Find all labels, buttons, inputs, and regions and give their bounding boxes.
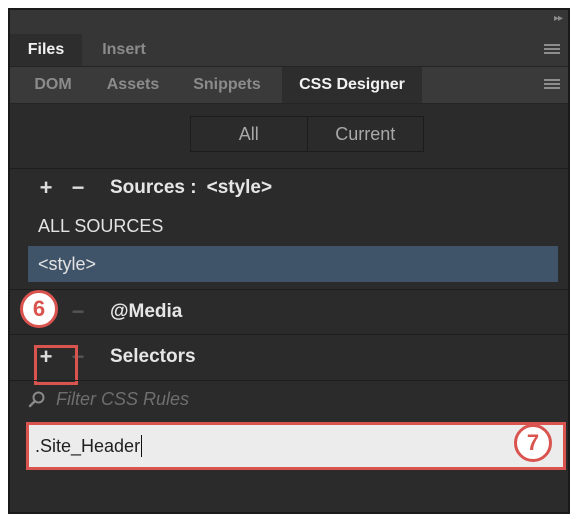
search-icon xyxy=(28,391,45,408)
current-button[interactable]: Current xyxy=(306,117,423,151)
selector-input-value: .Site_Header xyxy=(35,435,141,456)
divider xyxy=(10,289,568,290)
text-caret xyxy=(141,435,143,457)
selectors-title: Selectors xyxy=(110,346,196,367)
sources-current: <style> xyxy=(206,177,273,198)
all-button[interactable]: All xyxy=(191,117,307,151)
add-selector-highlight xyxy=(34,345,78,385)
tab-files[interactable]: Files xyxy=(10,34,82,66)
remove-source-button[interactable]: − xyxy=(68,177,88,199)
collapse-arrows-icon[interactable]: ▸▸ xyxy=(554,13,563,24)
callout-step-7: 7 xyxy=(514,424,552,462)
callout-step-6: 6 xyxy=(20,290,58,328)
remove-media-button[interactable]: − xyxy=(68,301,88,323)
media-title: @Media xyxy=(110,301,183,322)
selectors-header: + − Selectors xyxy=(10,337,568,377)
source-item-style[interactable]: <style> xyxy=(28,246,558,282)
tab-snippets[interactable]: Snippets xyxy=(176,67,278,103)
panel-title-strip: ▸▸ xyxy=(10,10,568,34)
callout-number: 7 xyxy=(526,430,540,455)
tab-insert[interactable]: Insert xyxy=(86,34,162,66)
callout-number: 6 xyxy=(32,296,46,321)
media-header: + − @Media xyxy=(10,292,568,332)
source-item-all[interactable]: ALL SOURCES xyxy=(28,208,558,244)
source-item-label: ALL SOURCES xyxy=(38,215,164,236)
view-mode-toggle: All Current xyxy=(190,116,424,152)
sources-header: + − Sources : <style> xyxy=(10,168,568,208)
filter-placeholder: Filter CSS Rules xyxy=(56,388,190,409)
divider xyxy=(10,380,568,381)
sources-title: Sources : xyxy=(110,177,197,198)
tab-css-designer[interactable]: CSS Designer xyxy=(282,67,422,103)
css-panel-tabs: DOM Assets Snippets CSS Designer xyxy=(10,67,568,104)
tab-dom[interactable]: DOM xyxy=(20,67,86,103)
panel-menu-icon[interactable] xyxy=(544,44,560,56)
selector-name-input[interactable]: .Site_Header xyxy=(26,422,566,470)
css-designer-panel: ▸▸ Files Insert DOM Assets Snippets CSS … xyxy=(8,8,570,514)
filter-css-rules[interactable]: Filter CSS Rules xyxy=(28,386,558,412)
add-source-button[interactable]: + xyxy=(36,177,56,199)
tab-assets[interactable]: Assets xyxy=(94,67,172,103)
divider xyxy=(10,334,568,335)
source-item-label: <style> xyxy=(38,253,97,274)
panel-menu-icon[interactable] xyxy=(544,79,560,91)
panel-group-tabs: Files Insert xyxy=(10,34,568,67)
